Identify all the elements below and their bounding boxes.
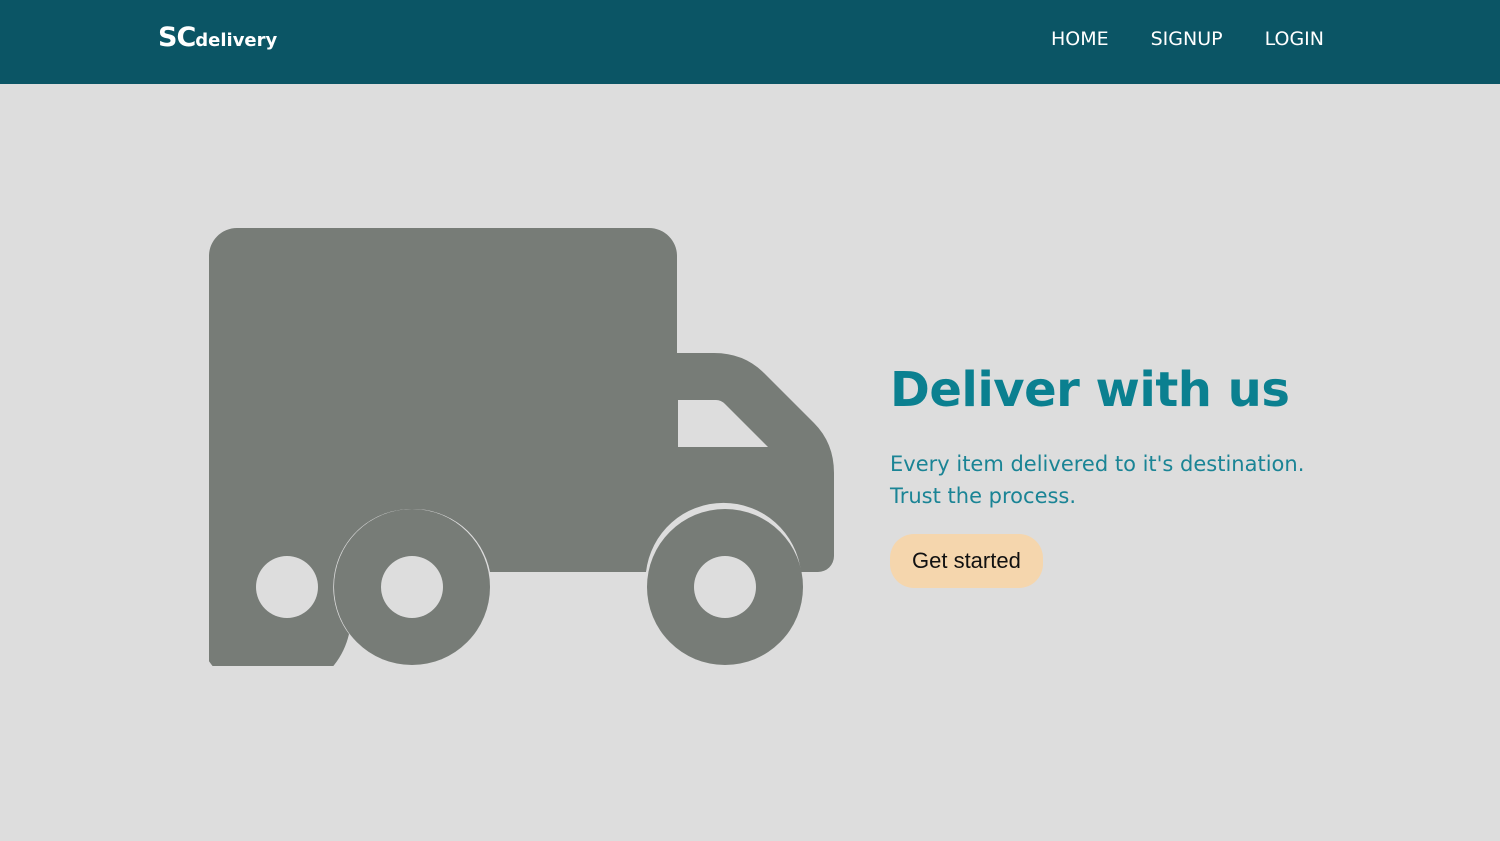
brand-logo[interactable]: SCdelivery (158, 22, 277, 53)
truck-icon (194, 228, 835, 695)
hero-title: Deliver with us (890, 362, 1290, 418)
logo-delivery: delivery (195, 30, 278, 51)
hero-subtitle: Every item delivered to it's destination… (890, 448, 1390, 512)
logo-sc: SC (158, 22, 196, 53)
hero-subtitle-line1: Every item delivered to it's destination… (890, 452, 1305, 476)
get-started-button[interactable]: Get started (890, 534, 1043, 588)
nav-links: HOME SIGNUP LOGIN (1009, 28, 1324, 50)
hero-subtitle-line2: Trust the process. (890, 484, 1077, 508)
nav-home-link[interactable]: HOME (1051, 28, 1109, 50)
hero-section: Deliver with us Every item delivered to … (890, 358, 1390, 588)
nav-login-link[interactable]: LOGIN (1265, 28, 1324, 50)
nav-signup-link[interactable]: SIGNUP (1151, 28, 1223, 50)
top-navbar: SCdelivery HOME SIGNUP LOGIN (0, 0, 1500, 84)
